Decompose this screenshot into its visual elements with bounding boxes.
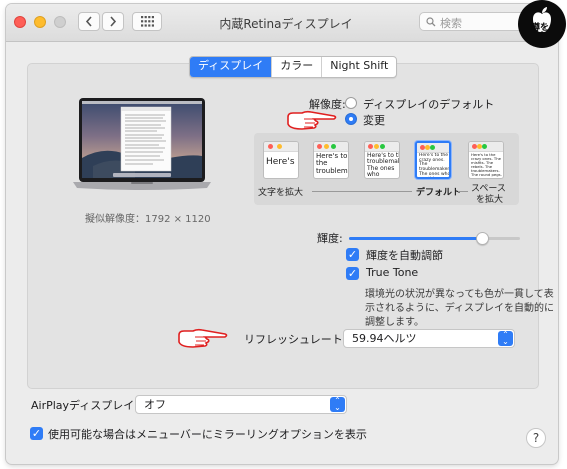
true-tone-description-2: 示されるように、ディスプレイを自動的に	[365, 303, 554, 314]
auto-brightness-label: 輝度を自動調節	[366, 249, 443, 262]
tab-night-shift[interactable]: Night Shift	[321, 57, 396, 77]
airplay-label: AirPlayディスプレイ:	[31, 399, 138, 412]
mirroring-checkbox[interactable]: ✓	[30, 427, 43, 440]
title-bar: 内蔵Retinaディスプレイ 検索	[6, 4, 558, 42]
true-tone-label: True Tone	[366, 266, 419, 279]
scale-larger-text-label: 文字を拡大	[258, 188, 304, 198]
pointing-hand-icon	[287, 110, 337, 130]
search-field[interactable]: 検索	[419, 12, 527, 31]
chevron-right-icon	[110, 16, 117, 27]
resolution-option-more-space[interactable]: Here's to the crazy ones. The misfits. T…	[468, 141, 504, 179]
popup-arrows-icon: ⌃ ⌄	[498, 331, 513, 346]
resolution-option-2[interactable]: Here's to the troublemakers	[313, 141, 349, 179]
forward-button[interactable]	[102, 12, 124, 31]
radio-default-resolution[interactable]	[345, 97, 357, 109]
effective-resolution-caption: 擬似解像度：1792 × 1120	[85, 214, 211, 225]
zoom-window-button[interactable]	[54, 16, 66, 28]
default-resolution-label: ディスプレイのデフォルト	[363, 98, 495, 111]
refresh-rate-value: 59.94ヘルツ	[352, 332, 417, 345]
auto-brightness-checkbox[interactable]: ✓	[346, 248, 359, 261]
window-title: 内蔵Retinaディスプレイ	[219, 17, 353, 31]
brightness-slider-fill	[349, 237, 483, 240]
badge-text: 噂を	[531, 23, 550, 33]
brightness-slider[interactable]	[349, 237, 520, 240]
search-icon	[426, 17, 436, 27]
macbook-preview-image	[73, 98, 211, 190]
search-placeholder: 検索	[440, 17, 462, 30]
refresh-rate-label: リフレッシュレート:	[244, 333, 347, 346]
airplay-value: オフ	[144, 398, 166, 411]
tab-bar: ディスプレイ カラー Night Shift	[189, 56, 398, 78]
scale-more-space-label-2: を拡大	[476, 195, 504, 205]
scale-line-right	[458, 191, 468, 192]
pointing-hand-icon	[178, 328, 228, 348]
show-all-button[interactable]	[132, 12, 162, 31]
mirroring-label: 使用可能な場合はメニューバーにミラーリングオプションを表示	[48, 428, 367, 441]
resolution-option-larger-text[interactable]: Here's	[263, 141, 299, 179]
chevron-left-icon	[85, 16, 92, 27]
scaled-resolution-label: 変更	[363, 114, 385, 127]
brightness-label: 輝度:	[317, 232, 343, 245]
refresh-rate-popup[interactable]: 59.94ヘルツ ⌃ ⌄	[343, 329, 515, 348]
tab-display[interactable]: ディスプレイ	[190, 57, 272, 77]
tab-color[interactable]: カラー	[271, 57, 321, 77]
true-tone-description-1: 環境光の状況が異なっても色が一貫して表	[365, 289, 554, 300]
scale-line	[312, 191, 412, 192]
back-button[interactable]	[78, 12, 100, 31]
true-tone-checkbox[interactable]: ✓	[346, 267, 359, 280]
apple-logo-badge: 噂を	[518, 0, 566, 48]
grid-dots-icon	[140, 16, 154, 27]
airplay-popup[interactable]: オフ ⌃ ⌄	[135, 395, 347, 414]
close-window-button[interactable]	[14, 16, 26, 28]
resolution-option-default[interactable]: Here's to the crazy ones. The troublemak…	[415, 141, 451, 179]
resolution-option-3[interactable]: Here's to the troublemakers. The ones wh…	[364, 141, 400, 179]
scale-default-label: デフォルト	[416, 188, 462, 198]
popup-arrows-icon: ⌃ ⌄	[330, 397, 345, 412]
preferences-window: 内蔵Retinaディスプレイ 検索 ディスプレイ カラー Night Shift	[6, 4, 558, 464]
true-tone-description-3: 調整します。	[365, 317, 424, 328]
radio-scaled-resolution[interactable]	[345, 113, 357, 125]
minimize-window-button[interactable]	[34, 16, 46, 28]
help-button[interactable]: ?	[526, 428, 546, 448]
